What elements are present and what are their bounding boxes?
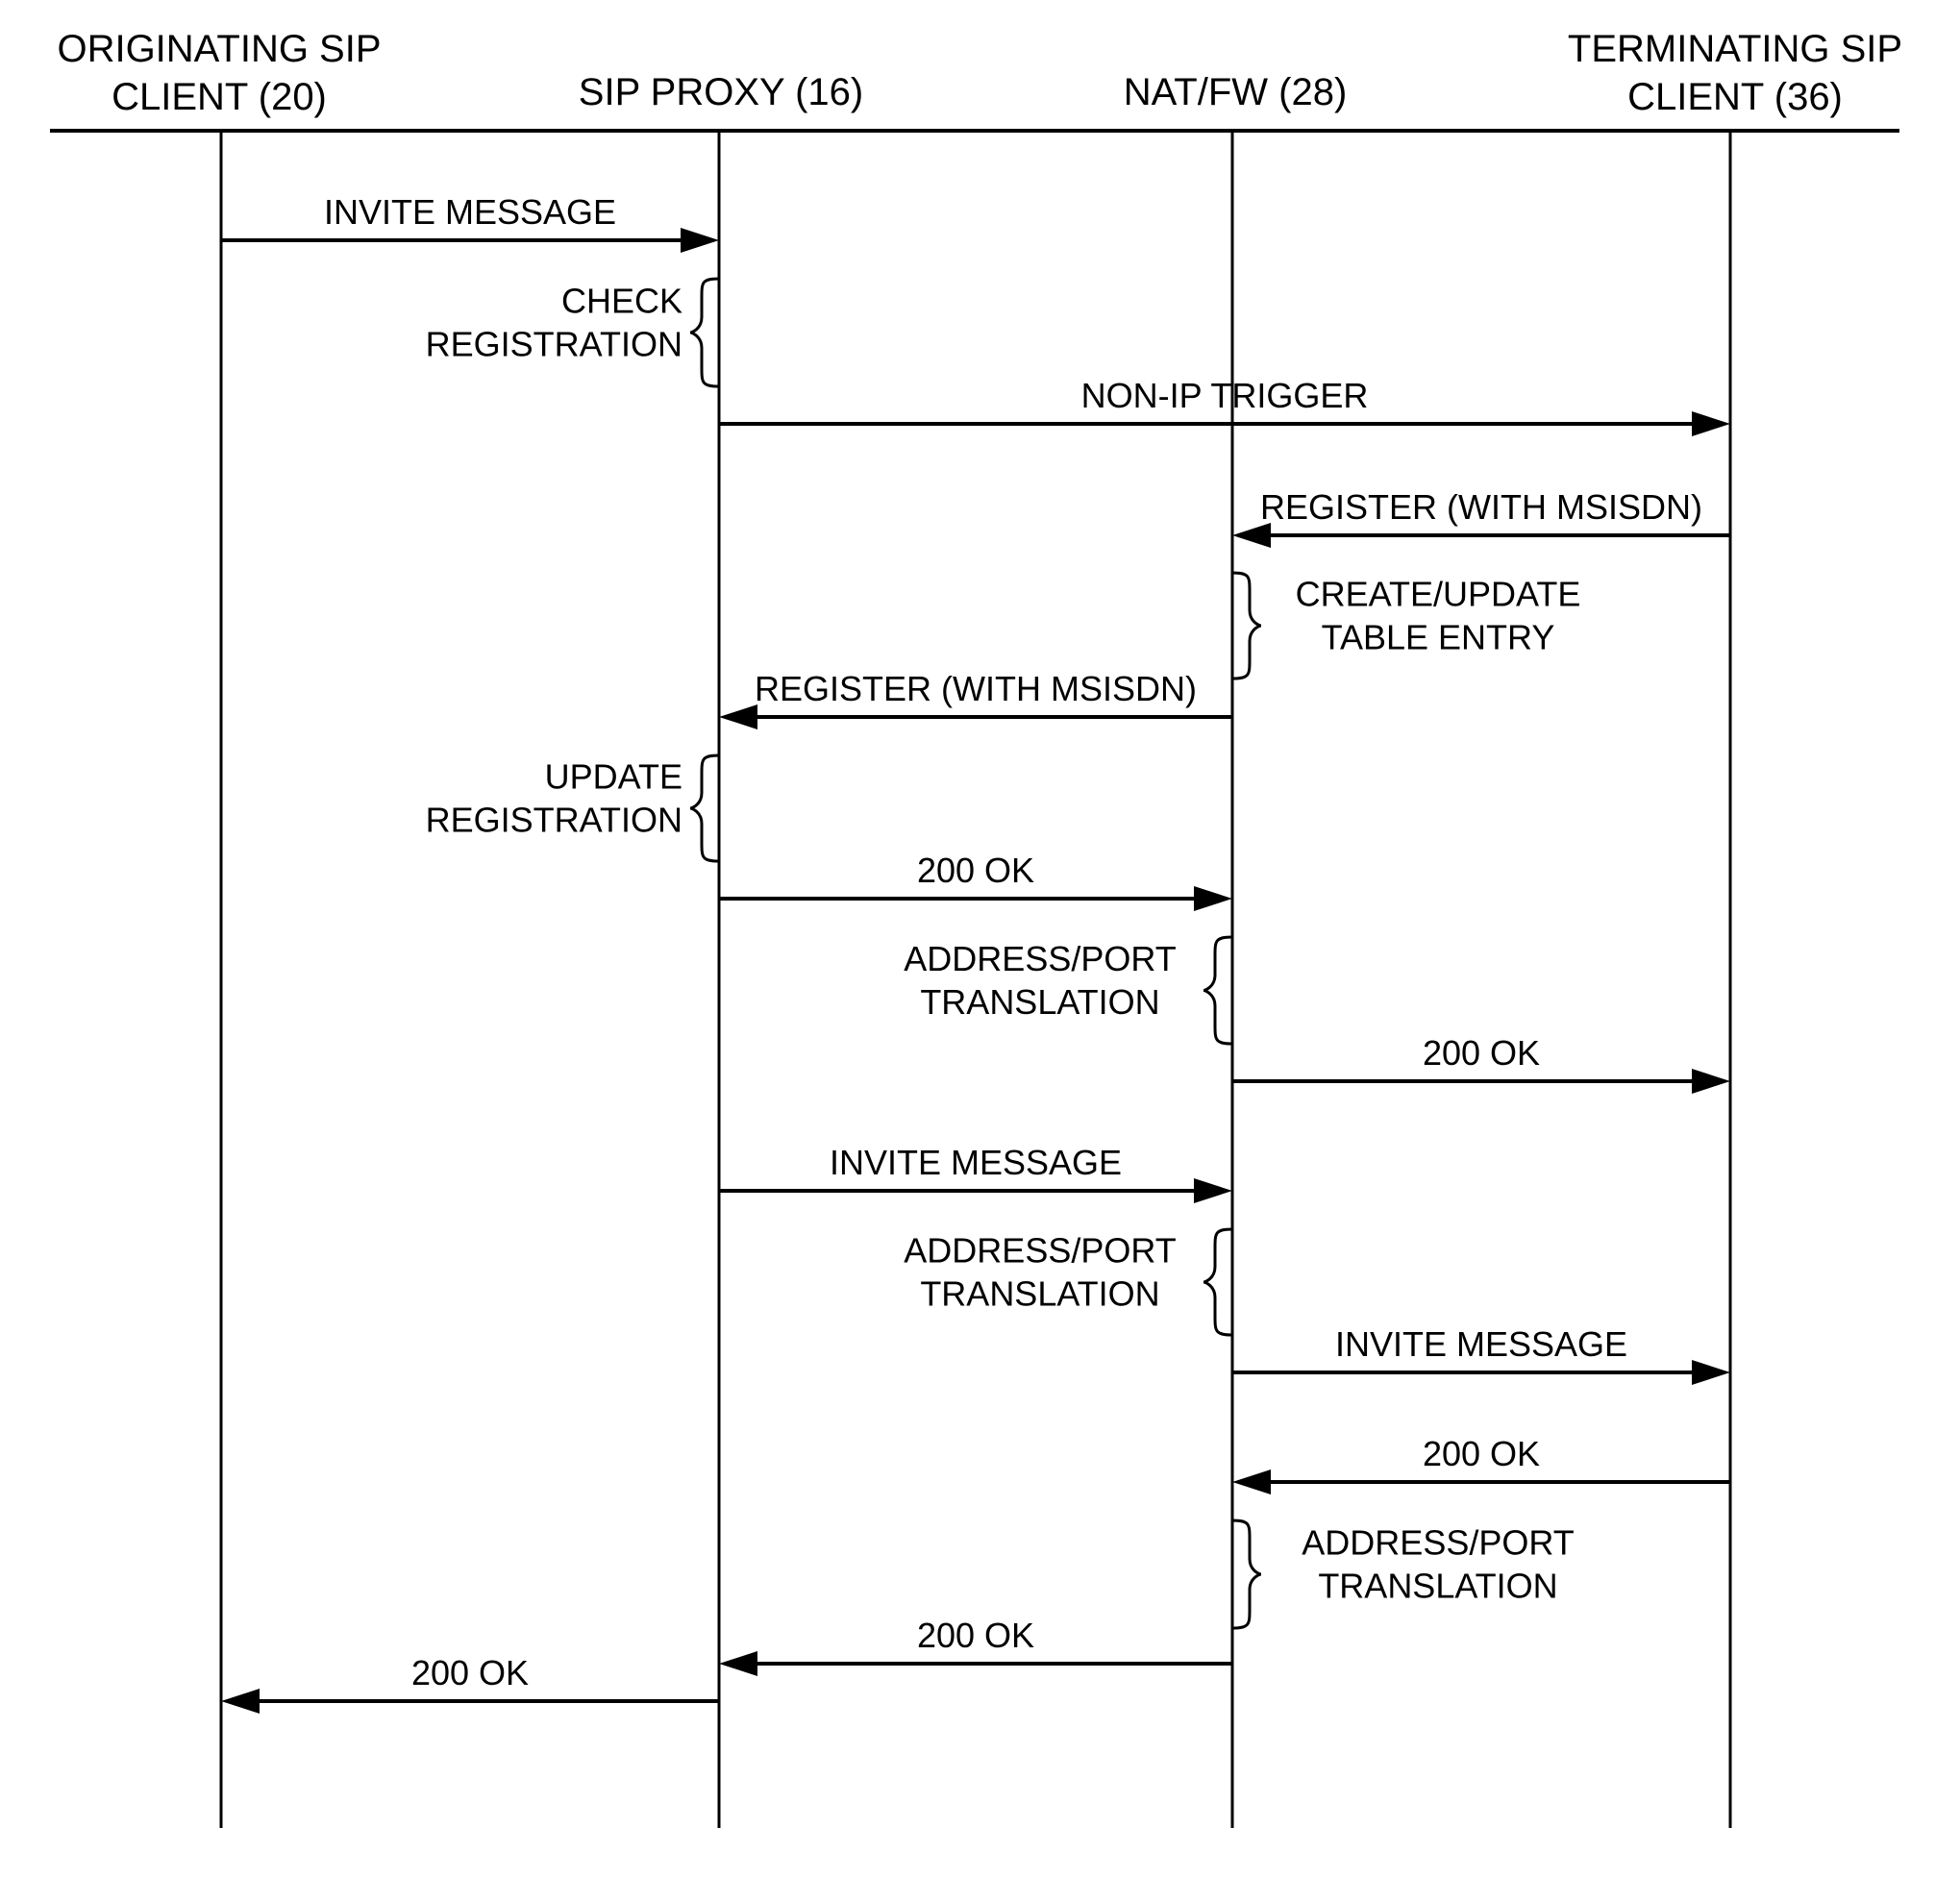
message-label: 200 OK (411, 1653, 529, 1692)
arrowhead-icon (719, 704, 757, 729)
process-label: REGISTRATION (426, 801, 682, 840)
message-label: REGISTER (WITH MSISDN) (1260, 487, 1702, 527)
participant-term-label: TERMINATING SIP (1568, 28, 1902, 70)
message-label: INVITE MESSAGE (830, 1143, 1122, 1182)
arrowhead-icon (221, 1689, 260, 1714)
process-brace-icon (1203, 1227, 1233, 1337)
message-label: INVITE MESSAGE (324, 192, 616, 232)
message-label: 200 OK (917, 851, 1034, 890)
participant-orig-label: ORIGINATING SIP (57, 28, 381, 70)
participant-term-label: CLIENT (36) (1627, 76, 1843, 118)
process-brace-icon (1231, 1519, 1262, 1630)
process-label: ADDRESS/PORT (904, 939, 1176, 978)
message-label: 200 OK (1423, 1434, 1540, 1473)
arrowhead-icon (1194, 1178, 1232, 1203)
process-label: ADDRESS/PORT (904, 1231, 1176, 1271)
process-label: TRANSLATION (920, 1274, 1159, 1314)
message-label: INVITE MESSAGE (1335, 1324, 1627, 1364)
arrowhead-icon (681, 228, 719, 253)
process-label: CHECK (561, 282, 682, 321)
process-label: TABLE ENTRY (1322, 618, 1555, 657)
arrowhead-icon (1692, 1360, 1730, 1385)
process-label: CREATE/UPDATE (1296, 575, 1581, 614)
process-brace-icon (689, 277, 720, 388)
sequence-diagram: ORIGINATING SIP CLIENT (20) SIP PROXY (16)… (50, 28, 1902, 1828)
message-label: REGISTER (WITH MSISDN) (755, 669, 1197, 708)
arrowhead-icon (1692, 411, 1730, 436)
message-label: NON-IP TRIGGER (1081, 376, 1369, 415)
arrowhead-icon (1194, 886, 1232, 911)
participant-proxy-label: SIP PROXY (16) (579, 71, 863, 113)
message-label: 200 OK (917, 1616, 1034, 1655)
arrowhead-icon (1692, 1069, 1730, 1094)
process-label: TRANSLATION (1318, 1567, 1557, 1606)
message-label: 200 OK (1423, 1033, 1540, 1073)
participant-orig-label: CLIENT (20) (112, 76, 327, 118)
process-label: UPDATE (545, 757, 682, 797)
participant-nat-label: NAT/FW (28) (1124, 71, 1348, 113)
process-brace-icon (689, 753, 720, 863)
process-label: REGISTRATION (426, 325, 682, 364)
arrowhead-icon (719, 1651, 757, 1676)
arrowhead-icon (1232, 1469, 1271, 1494)
process-brace-icon (1203, 935, 1233, 1046)
process-brace-icon (1231, 571, 1262, 680)
process-label: ADDRESS/PORT (1302, 1523, 1574, 1563)
process-label: TRANSLATION (920, 982, 1159, 1022)
